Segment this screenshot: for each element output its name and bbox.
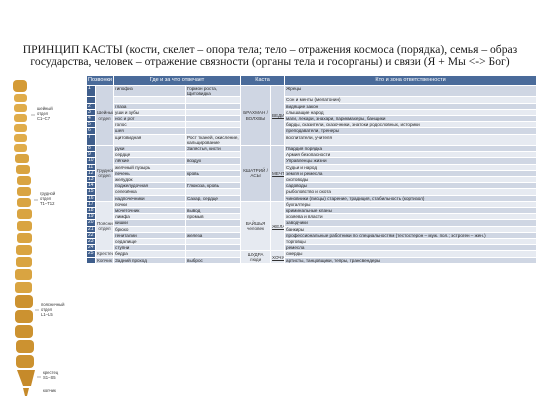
page-title: ПРИНЦИП КАСТЫ (кости, скелет – опора тел… (22, 43, 518, 69)
organ-cell: Задний проход (113, 256, 187, 264)
caste-vaishya: ВАЙШЬЯ человек (240, 200, 272, 252)
subcaste-b1: ВЕДИСТВИЕ (270, 84, 286, 147)
spine-illustration: шейный отдел С1–С7 грудной отдел Т1–Т12 пояс… (13, 80, 65, 396)
section-sacrum: Крестец (94, 250, 115, 258)
caste-brahmins: БРАХМАН / ВОЛХВЫ (240, 84, 272, 147)
spine-label-sacrum: крестец S1–S5 (43, 370, 59, 380)
row-number (86, 256, 96, 264)
function-cell: Рост тканей, окисление, кальцирование (185, 133, 242, 147)
section-thoracic: Грудной отдел (94, 145, 115, 202)
caste-shudra: ШУДРА люди (240, 250, 272, 264)
header-caste: Каста (240, 75, 286, 86)
caste-kshatriya: КШАТРИЙ / АСЫ (240, 145, 272, 202)
organ-cell: гипофиз (113, 84, 187, 98)
spine-label-thoracic: грудной отдел Т1–Т12 (40, 191, 56, 206)
caste-table: Позвонки Где и за что отвечает Каста Кто… (85, 75, 538, 264)
subcaste-v1: ЖЕЛАНИЯ (270, 200, 286, 252)
section-coccyx: Копчик (94, 256, 115, 264)
spine-label-coccyx: копчик (43, 388, 56, 393)
row-number: 7 (86, 133, 96, 147)
organ-cell: щитовидная (113, 133, 187, 147)
function-cell: выброс (185, 256, 242, 264)
row-number: 1 (86, 84, 96, 98)
responsibility-cell: воспитатели, учителя (284, 133, 538, 147)
table-row: 7 щитовидная Рост тканей, окисление, кальц… (86, 133, 538, 147)
spine-column-icon (13, 80, 35, 396)
responsibility-cell: артисты, танцовщики, тепры, трансвендеры (284, 256, 538, 264)
header-function: Где и за что отвечает (113, 75, 242, 86)
section-cervical: Шейный отдел (94, 84, 115, 147)
spine-label-cervical: шейный отдел С1–С7 (37, 106, 53, 121)
table-row: 1 Шейный отдел гипофиз Гормон роста, Щитови… (86, 84, 538, 147)
spine-label-lumbar: поясничный отдел L1–L5 (41, 302, 65, 317)
subcaste-k1: МЕЧТА (270, 145, 286, 202)
table-header-row: Позвонки Где и за что отвечает Каста Кто… (85, 75, 538, 86)
section-lumbar: Поясничный отдел (94, 200, 115, 252)
function-cell: Гормон роста, Щитовидка (185, 84, 242, 98)
header-vertebrae: Позвонки (85, 75, 115, 86)
subcaste-s1: ХОЧУ (270, 250, 286, 264)
responsibility-cell: Жрецы (284, 84, 538, 98)
header-responsibility: Кто и зона ответственности (284, 75, 538, 86)
table-row: Копчик Задний проход выброс артисты, танцов… (86, 256, 538, 264)
